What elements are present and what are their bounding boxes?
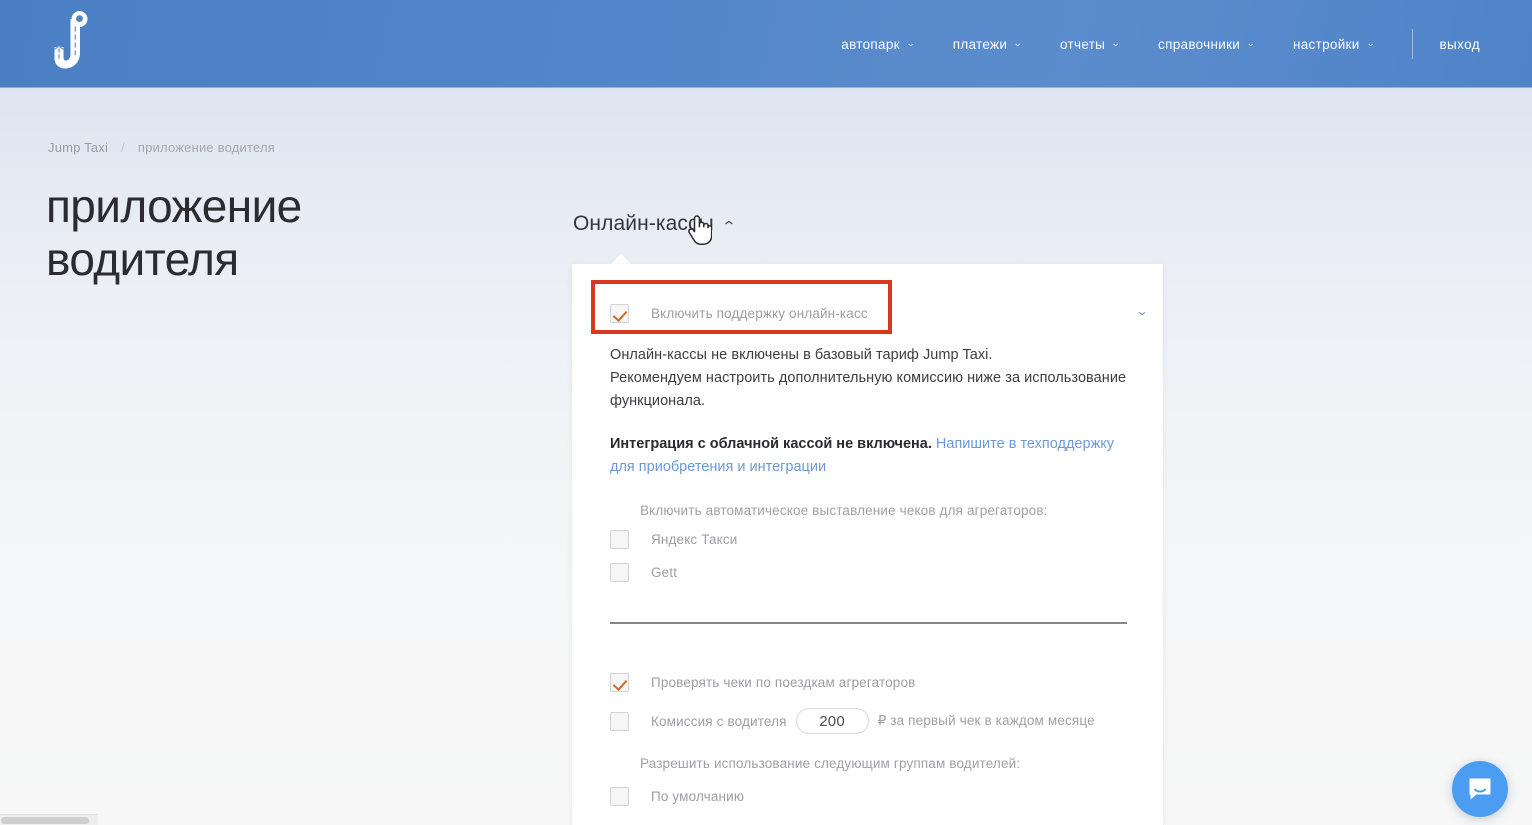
- section-divider: [610, 622, 1127, 624]
- site-header: автопарк ⌄ платежи ⌄ отчеты ⌄ справочник…: [0, 0, 1532, 88]
- driver-group-checkbox-default[interactable]: [610, 787, 629, 806]
- nav-item-label: платежи: [953, 37, 1007, 52]
- chevron-down-icon: ⌄: [1246, 38, 1256, 49]
- nav-item-reports[interactable]: отчеты ⌄: [1060, 37, 1120, 52]
- nav-item-directories[interactable]: справочники ⌄: [1158, 37, 1255, 52]
- online-cash-registers-panel: Включить поддержку онлайн-касс ⌄ Онлайн-…: [572, 264, 1163, 825]
- horizontal-scrollbar-track[interactable]: [0, 814, 98, 825]
- aggregator-label-gett[interactable]: Gett: [651, 565, 677, 580]
- driver-commission-row: Комиссия с водителя ₽ за первый чек в ка…: [610, 708, 1127, 734]
- aggregator-row-yandex-taxi: Яндекс Такси: [610, 530, 1127, 549]
- breadcrumb-root-link[interactable]: Jump Taxi: [48, 140, 108, 155]
- aggregators-checkbox-list: Яндекс Такси Gett: [608, 530, 1127, 582]
- nav-divider: [1412, 29, 1413, 59]
- logo-svg: [51, 11, 95, 77]
- horizontal-scrollbar-thumb[interactable]: [1, 817, 89, 824]
- receipt-verification-section: Проверять чеки по поездкам агрегаторов К…: [608, 673, 1127, 806]
- nav-item-autopark[interactable]: автопарк ⌄: [841, 37, 914, 52]
- logout-button[interactable]: выход: [1439, 37, 1480, 52]
- breadcrumb-separator: /: [121, 140, 125, 155]
- aggregator-label-yandex-taxi[interactable]: Яндекс Такси: [651, 532, 737, 547]
- driver-group-label-default[interactable]: По умолчанию: [651, 789, 744, 804]
- verify-receipts-row: Проверять чеки по поездкам агрегаторов: [610, 673, 1127, 692]
- settings-card: Включить поддержку онлайн-касс ⌄ Онлайн-…: [572, 264, 1163, 825]
- page-title: приложение водителя: [46, 180, 466, 286]
- nav-item-settings[interactable]: настройки ⌄: [1293, 37, 1374, 52]
- driver-group-row-default: По умолчанию: [610, 787, 1127, 806]
- integration-status-block: Интеграция с облачной кассой не включена…: [610, 433, 1127, 479]
- aggregators-section-label: Включить автоматическое выставление чеко…: [640, 503, 1127, 518]
- nav-item-label: справочники: [1158, 37, 1240, 52]
- speech-bubble-smile-icon: [1466, 775, 1494, 803]
- aggregator-checkbox-yandex-taxi[interactable]: [610, 530, 629, 549]
- chevron-down-icon[interactable]: ⌄: [1135, 304, 1149, 318]
- aggregator-checkbox-gett[interactable]: [610, 563, 629, 582]
- nav-item-label: отчеты: [1060, 37, 1105, 52]
- note-line-1: Онлайн-кассы не включены в базовый тариф…: [610, 344, 1127, 367]
- driver-groups-section-label: Разрешить использование следующим группа…: [640, 756, 1127, 771]
- enable-support-row: Включить поддержку онлайн-касс ⌄: [610, 296, 1127, 330]
- section-toggle-online-cash-registers[interactable]: Онлайн-кассы ⌃: [573, 212, 735, 236]
- main-navigation: автопарк ⌄ платежи ⌄ отчеты ⌄ справочник…: [841, 0, 1532, 88]
- section-toggle-label: Онлайн-кассы: [573, 212, 714, 236]
- breadcrumb-current: приложение водителя: [138, 140, 275, 155]
- aggregator-row-gett: Gett: [610, 563, 1127, 582]
- chevron-down-icon: ⌄: [1366, 38, 1376, 49]
- driver-commission-label-before[interactable]: Комиссия с водителя: [651, 714, 787, 729]
- nav-item-payments[interactable]: платежи ⌄: [953, 37, 1022, 52]
- chevron-down-icon: ⌄: [906, 38, 916, 49]
- note-line-2: Рекомендуем настроить дополнительную ком…: [610, 367, 1127, 413]
- driver-commission-input[interactable]: [796, 708, 869, 734]
- chevron-down-icon: ⌄: [1013, 38, 1023, 49]
- nav-item-label: автопарк: [841, 37, 900, 52]
- nav-item-label: настройки: [1293, 37, 1360, 52]
- driver-commission-label-after: ₽ за первый чек в каждом месяце: [878, 713, 1095, 729]
- chevron-down-icon: ⌄: [1111, 38, 1121, 49]
- driver-commission-checkbox[interactable]: [610, 712, 629, 731]
- verify-receipts-label[interactable]: Проверять чеки по поездкам агрегаторов: [651, 675, 915, 690]
- enable-online-cash-registers-checkbox[interactable]: [610, 304, 629, 323]
- enable-online-cash-registers-label[interactable]: Включить поддержку онлайн-касс: [651, 306, 868, 321]
- chevron-up-icon: ⌃: [721, 218, 736, 235]
- intercom-chat-launcher[interactable]: [1452, 761, 1508, 817]
- breadcrumb: Jump Taxi / приложение водителя: [48, 140, 275, 155]
- jump-taxi-road-pin-logo-icon[interactable]: [48, 8, 98, 80]
- integration-status-text: Интеграция с облачной кассой не включена…: [610, 436, 932, 452]
- driver-groups-checkbox-list: По умолчанию: [608, 787, 1127, 806]
- verify-receipts-checkbox[interactable]: [610, 673, 629, 692]
